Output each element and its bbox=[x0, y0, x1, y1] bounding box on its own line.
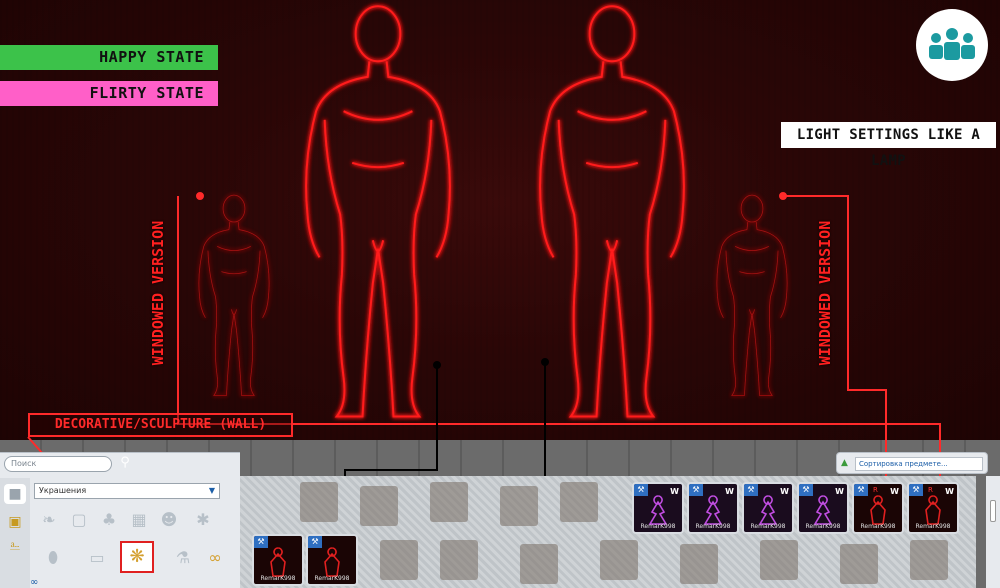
catalog-item[interactable]: ☻ bbox=[156, 506, 182, 534]
blurred-item bbox=[560, 482, 598, 522]
blurred-item bbox=[680, 544, 718, 584]
infinity-icon[interactable]: ∞ bbox=[30, 578, 90, 588]
catalog-item[interactable]: ♣ bbox=[96, 506, 122, 534]
card-creator: RemarK998 bbox=[640, 523, 676, 530]
blurred-item bbox=[760, 540, 798, 580]
catalog-card[interactable]: ⚒ R W RemarK998 bbox=[852, 482, 904, 534]
blurred-item bbox=[300, 482, 338, 522]
card-creator: RemarK998 bbox=[260, 575, 296, 582]
cube-icon[interactable]: ■ bbox=[4, 484, 26, 504]
catalog-item[interactable]: ⬮ bbox=[40, 544, 66, 572]
happy-state-label: HAPPY STATE bbox=[0, 45, 218, 70]
sort-toggle-icon[interactable]: ▲ bbox=[841, 458, 848, 468]
catalog-item[interactable]: ❧ bbox=[36, 506, 62, 534]
catalog-card[interactable]: ⚒ R W RemarK998 bbox=[907, 482, 959, 534]
card-creator: RemarK998 bbox=[860, 523, 896, 530]
catalog-card[interactable]: ⚒ W RemarK998 bbox=[742, 482, 794, 534]
windowed-version-label-left: WINDOWED VERSION bbox=[149, 220, 167, 366]
catalog-card[interactable]: ⚒ W RemarK998 bbox=[797, 482, 849, 534]
flirty-state-label: FLIRTY STATE bbox=[0, 81, 218, 106]
blurred-item bbox=[600, 540, 638, 580]
card-creator: RemarK998 bbox=[805, 523, 841, 530]
catalog-item[interactable]: ∞ bbox=[202, 544, 228, 572]
card-creator: RemarK998 bbox=[314, 575, 350, 582]
windowed-version-label-right: WINDOWED VERSION bbox=[816, 220, 834, 366]
category-column: ■ ▣ ⎁ bbox=[0, 478, 30, 588]
catalog-item[interactable]: ▦ bbox=[126, 506, 152, 534]
catalog-card[interactable]: ⚒ W RemarK998 bbox=[632, 482, 684, 534]
blurred-item bbox=[520, 544, 558, 584]
search-input[interactable]: Поиск bbox=[4, 456, 112, 472]
search-icon[interactable]: ⚲ bbox=[116, 454, 134, 472]
category-dropdown[interactable]: Украшения ▼ bbox=[34, 483, 220, 499]
chevron-down-icon: ▼ bbox=[208, 486, 215, 495]
blurred-item bbox=[360, 486, 398, 526]
catalog-card[interactable]: ⚒ RemarK998 bbox=[306, 534, 358, 586]
selected-catalog-item[interactable]: ❋ bbox=[120, 541, 154, 573]
blurred-item bbox=[430, 482, 468, 522]
blurred-item bbox=[500, 486, 538, 526]
people-group-icon bbox=[929, 28, 975, 60]
chair-icon[interactable]: ⎁ bbox=[4, 536, 26, 556]
blurred-item bbox=[440, 540, 478, 580]
blurred-item bbox=[380, 540, 418, 580]
decor-category-icon[interactable]: ▣ bbox=[4, 512, 26, 532]
catalog-item[interactable]: ▭ bbox=[84, 544, 110, 572]
category-dropdown-value: Украшения bbox=[39, 486, 87, 495]
light-settings-label: LIGHT SETTINGS LIKE A LAMP bbox=[781, 122, 996, 169]
blurred-item bbox=[840, 544, 878, 584]
catalog-item[interactable]: ✱ bbox=[190, 506, 216, 534]
scrollbar-thumb[interactable] bbox=[990, 500, 996, 522]
card-creator: RemarK998 bbox=[750, 523, 786, 530]
catalog-scrollbar[interactable] bbox=[986, 476, 1000, 588]
catalog-card[interactable]: ⚒ RemarK998 bbox=[252, 534, 304, 586]
decorative-sculpture-label: DECORATIVE/SCULPTURE (WALL) bbox=[28, 413, 293, 437]
sort-input[interactable]: Сортировка предмете... bbox=[855, 457, 983, 471]
creator-logo bbox=[916, 9, 988, 81]
catalog-item[interactable]: ▢ bbox=[66, 506, 92, 534]
blurred-item bbox=[910, 540, 948, 580]
card-creator: RemarK998 bbox=[915, 523, 951, 530]
catalog-card[interactable]: ⚒ W RemarK998 bbox=[687, 482, 739, 534]
card-creator: RemarK998 bbox=[695, 523, 731, 530]
catalog-item[interactable]: ⚗ bbox=[170, 544, 196, 572]
